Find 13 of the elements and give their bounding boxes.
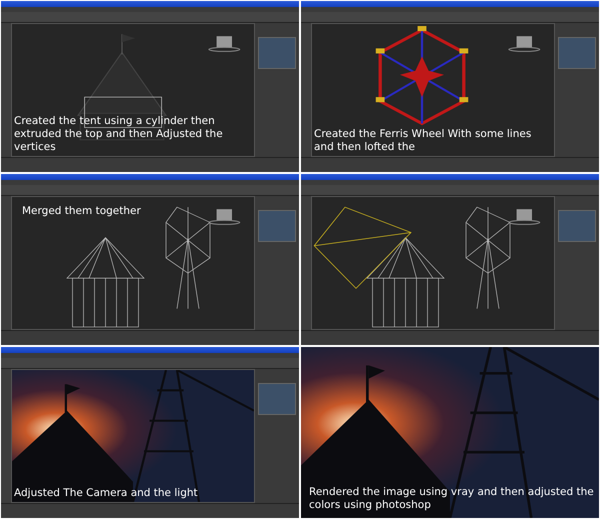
caption-text: Adjusted The Camera and the light: [14, 486, 199, 500]
modifier-list-box: [258, 383, 296, 415]
caption-text: Merged them together: [22, 205, 142, 218]
caption-text: Rendered the image using vray and then adjusted the colors using photoshop: [309, 486, 595, 512]
view-cube-icon[interactable]: [208, 209, 240, 225]
view-cube-icon[interactable]: [508, 209, 540, 225]
modifier-list-box: [558, 210, 596, 242]
view-cube-icon[interactable]: [208, 36, 240, 52]
modifier-list-box: [258, 37, 296, 69]
caption-text: Created the Ferris Wheel With some lines and then lofted the: [314, 128, 532, 154]
modifier-list-box: [258, 210, 296, 242]
modifier-list-box: [558, 37, 596, 69]
view-cube-icon[interactable]: [508, 36, 540, 52]
